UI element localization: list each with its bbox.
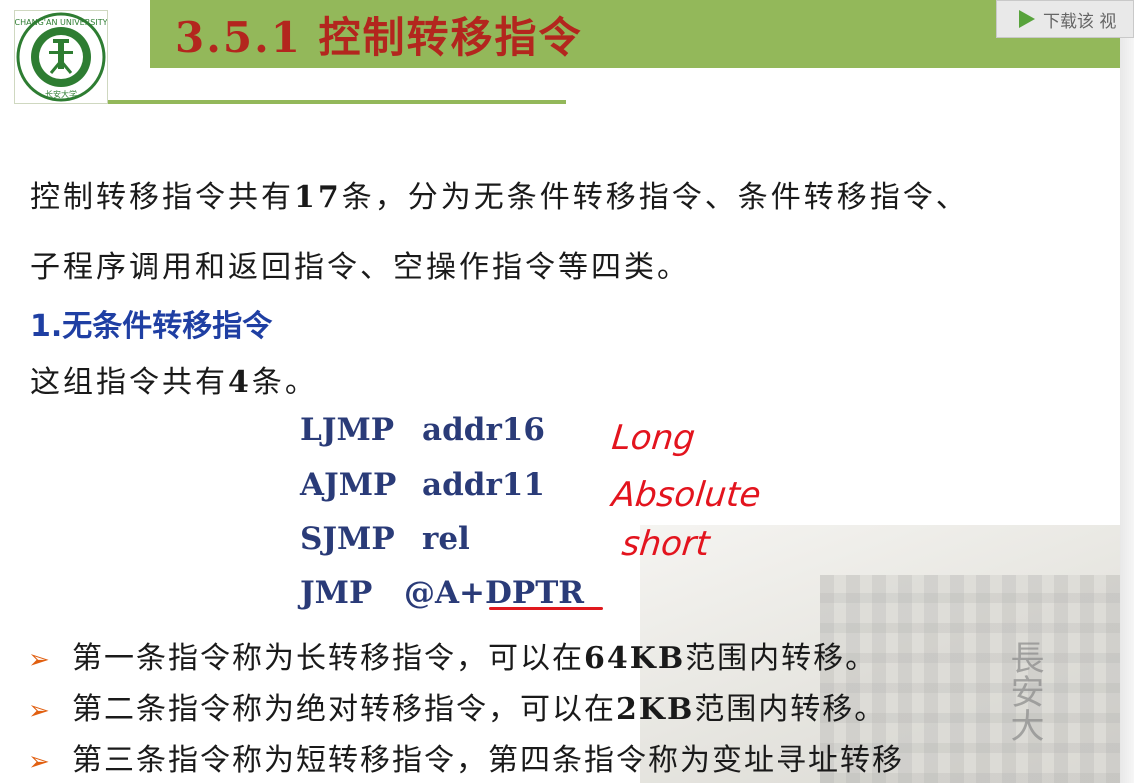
intro-line-1: 控制转移指令共有17条，分为无条件转移指令、条件转移指令、 [30,172,969,216]
section-count-line: 这组指令共有4条。 [30,357,318,401]
instruction-count: 17 [294,180,342,215]
count-text: 条。 [251,365,318,400]
handwritten-annotation-short: short [619,524,712,564]
handwritten-annotation-long: Long [609,418,697,458]
background-calligraphy: 長安大 [1004,640,1044,742]
university-logo: CHANG'AN UNIVERSITY 长安大学 [14,10,108,104]
bullet-text: 第三条指令称为短转移指令，第四条指令称为变址寻址转移 [72,743,904,778]
bullet-arrow-icon: ➢ [28,696,50,726]
university-seal-icon: CHANG'AN UNIVERSITY 长安大学 [15,12,108,102]
bullet-item: ➢ 第三条指令称为短转移指令，第四条指令称为变址寻址转移 [28,735,904,779]
download-button-label: 下载该 视 [1043,11,1117,32]
instruction-sjmp: SJMP rel [300,521,470,557]
bullet-text: 第二条指令称为绝对转移指令，可以在 [72,692,616,727]
bullet-value: 64KB [584,641,686,676]
bullet-item: ➢ 第二条指令称为绝对转移指令，可以在2KB范围内转移。 [28,684,886,728]
count-text: 这组指令共有 [30,365,228,400]
bullet-item: ➢ 第一条指令称为长转移指令，可以在64KB范围内转移。 [28,633,877,677]
instruction-ljmp: LJMP addr16 [300,412,545,448]
instruction-operand: @A+ [404,575,486,611]
bullet-text: 范围内转移。 [685,641,878,676]
right-edge-strip [1120,38,1134,783]
instruction-operand-dptr: DPTR [485,575,585,611]
seal-ring-text: CHANG'AN UNIVERSITY [15,18,107,27]
instruction-operand: rel [422,521,470,557]
ink-underline-annotation [489,607,603,610]
page-title: 3.5.1 控制转移指令 [175,13,583,62]
section-heading: 1.无条件转移指令 [30,309,273,344]
handwritten-annotation-absolute: Absolute [609,475,763,515]
bullet-arrow-icon: ➢ [28,645,50,675]
seal-inner-text: 长安大学 [45,89,77,99]
intro-text: 条，分为无条件转移指令、条件转移指令、 [341,180,969,215]
bullet-text: 第一条指令称为长转移指令，可以在 [72,641,584,676]
instruction-opcode: JMP [300,575,373,611]
bullet-text: 范围内转移。 [694,692,887,727]
download-video-button[interactable]: 下载该 视 [996,0,1134,38]
instruction-opcode: AJMP [300,467,397,503]
play-icon [1019,10,1035,28]
intro-line-2: 子程序调用和返回指令、空操作指令等四类。 [30,250,690,285]
instruction-ajmp: AJMP addr11 [300,467,545,503]
bullet-arrow-icon: ➢ [28,747,50,777]
instruction-operand: addr11 [422,467,545,503]
instruction-opcode: LJMP [300,412,395,448]
instruction-opcode: SJMP [300,521,395,557]
instruction-operand: addr16 [422,412,545,448]
instruction-jmp: JMP @A+DPTR [300,575,584,611]
intro-text: 控制转移指令共有 [30,180,294,215]
bullet-value: 2KB [616,692,695,727]
count-number: 4 [228,365,252,400]
